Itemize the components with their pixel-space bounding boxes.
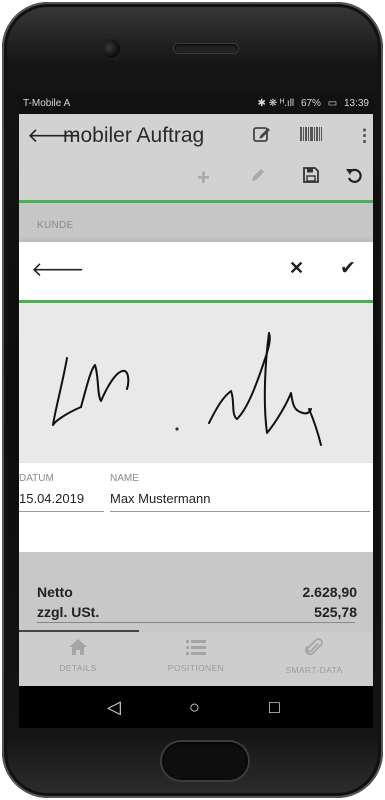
name-field[interactable]: Max Mustermann [110, 491, 210, 506]
name-underline [110, 511, 370, 512]
signature-pad[interactable] [19, 303, 373, 463]
list-icon [137, 638, 255, 661]
totals-section: Netto 2.628,90 zzgl. USt. 525,78 [19, 552, 373, 632]
vat-value: 525,78 [314, 604, 357, 620]
vat-label: zzgl. USt. [37, 604, 100, 620]
signature-dialog: 🡐 ✕ ✔ DATUM 15.04.2019 NAME Max Musterma… [19, 242, 373, 552]
page-title: mobiler Auftrag [63, 124, 205, 147]
close-icon[interactable]: ✕ [289, 258, 304, 279]
totals-divider [37, 622, 355, 623]
status-indicators: ✱ ❋ ᴴ.ıll 67% ▭ 13:39 [254, 94, 369, 114]
nav-home-icon[interactable]: ○ [189, 695, 200, 719]
carrier-label: T-Mobile A [23, 98, 71, 109]
tab-positionen-label: POSITIONEN [167, 663, 225, 673]
date-underline [19, 511, 104, 512]
back-arrow-icon[interactable]: 🡐 [31, 257, 85, 282]
phone-frame: T-Mobile A ✱ ❋ ᴴ.ıll 67% ▭ 13:39 🡐 mobil… [2, 2, 383, 798]
signature-drawing [52, 332, 322, 446]
edit-icon[interactable] [252, 124, 272, 151]
tab-details-label: DETAILS [59, 663, 97, 673]
paperclip-icon [255, 638, 373, 663]
bottom-tab-bar: DETAILS POSITIONEN SMART-DATA [19, 632, 373, 686]
screen: T-Mobile A ✱ ❋ ᴴ.ıll 67% ▭ 13:39 🡐 mobil… [19, 94, 373, 728]
pencil-icon[interactable] [249, 166, 267, 192]
check-icon[interactable]: ✔ [340, 257, 356, 280]
net-label: Netto [37, 584, 73, 600]
dialog-header: 🡐 ✕ ✔ [19, 242, 373, 303]
nav-back-icon[interactable]: ◁ [107, 695, 121, 719]
nav-recents-icon[interactable]: □ [269, 695, 280, 719]
signal-icons: ✱ ❋ ᴴ.ıll [257, 98, 295, 109]
system-nav-bar: ◁ ○ □ [19, 686, 373, 728]
home-icon [19, 638, 137, 661]
hardware-home-button[interactable] [162, 742, 248, 780]
tab-details[interactable]: DETAILS [19, 638, 137, 673]
battery-icon: ▭ [327, 98, 338, 109]
tab-smart-data[interactable]: SMART-DATA [255, 638, 373, 675]
tab-positionen[interactable]: POSITIONEN [137, 638, 255, 673]
signature-fields: DATUM 15.04.2019 NAME Max Mustermann [19, 463, 373, 552]
date-label: DATUM [19, 473, 54, 484]
barcode-icon[interactable] [299, 124, 323, 151]
save-icon[interactable] [302, 166, 320, 192]
app-bar: 🡐 mobiler Auftrag ⋮ [19, 114, 373, 158]
action-toolbar: + [19, 158, 373, 203]
clock: 13:39 [343, 98, 369, 109]
net-value: 2.628,90 [302, 584, 358, 600]
battery-level: 67% [300, 98, 321, 109]
status-bar: T-Mobile A ✱ ❋ ᴴ.ıll 67% ▭ 13:39 [19, 94, 373, 114]
front-camera [102, 40, 120, 58]
tab-smart-data-label: SMART-DATA [285, 665, 343, 675]
more-vert-icon[interactable]: ⋮ [356, 124, 373, 148]
customer-section: KUNDE [19, 203, 373, 245]
undo-icon[interactable] [345, 166, 365, 194]
earpiece-speaker [174, 44, 238, 53]
date-field[interactable]: 15.04.2019 [19, 491, 84, 506]
add-icon[interactable]: + [197, 166, 210, 190]
name-label: NAME [110, 473, 139, 484]
customer-label: KUNDE [37, 220, 74, 231]
